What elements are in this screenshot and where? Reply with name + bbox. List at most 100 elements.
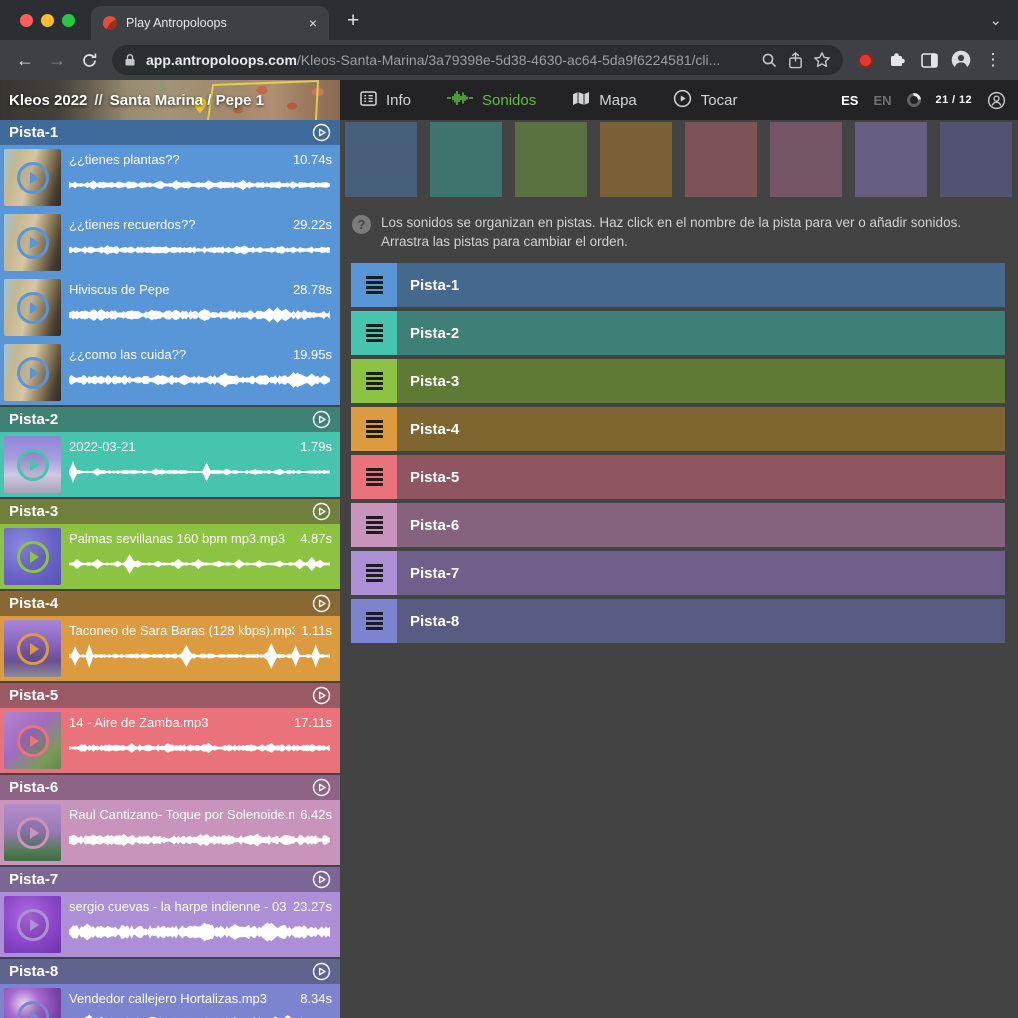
minimize-window-button[interactable] [41,14,54,27]
sidebar-track-header-Pista-8[interactable]: Pista-8 [0,959,340,984]
sidebar-track-header-Pista-6[interactable]: Pista-6 [0,775,340,800]
share-icon[interactable] [788,52,803,69]
sidebar-track-header-Pista-4[interactable]: Pista-4 [0,591,340,616]
play-track-icon[interactable] [312,962,331,981]
forward-button[interactable]: → [42,45,72,75]
account-icon[interactable] [987,91,1006,110]
drag-handle-Pista-2[interactable] [351,311,397,355]
track-name-button-Pista-8[interactable]: Pista-8 [397,599,1005,643]
lock-icon[interactable] [124,53,136,67]
drag-handle-Pista-7[interactable] [351,551,397,595]
sidebar-track-header-Pista-7[interactable]: Pista-7 [0,867,340,892]
url-bar[interactable]: app.antropoloops.com/Kleos-Santa-Marina/… [112,45,843,75]
clip-play-overlay-icon[interactable] [17,633,49,665]
extensions-puzzle-icon[interactable] [882,45,912,75]
side-panel-icon[interactable] [914,45,944,75]
language-en[interactable]: EN [873,93,891,108]
clip-play-overlay-icon[interactable] [17,541,49,573]
url-text[interactable]: app.antropoloops.com/Kleos-Santa-Marina/… [146,52,751,68]
recording-extension-icon[interactable] [858,53,873,68]
clip-play-overlay-icon[interactable] [17,817,49,849]
drag-handle-Pista-6[interactable] [351,503,397,547]
sidebar-track-header-Pista-5[interactable]: Pista-5 [0,683,340,708]
play-track-icon[interactable] [312,870,331,889]
track-row-Pista-8: Pista-8 [351,599,1005,643]
track-row-Pista-7: Pista-7 [351,551,1005,595]
track-name-button-Pista-2[interactable]: Pista-2 [397,311,1005,355]
reload-button[interactable] [74,45,104,75]
track-name-button-Pista-4[interactable]: Pista-4 [397,407,1005,451]
clip-Pista-5-1[interactable]: 14 - Aire de Zamba.mp317.11s [0,708,340,773]
swatch-Pista-4[interactable] [600,122,672,197]
sidebar-track-header-Pista-2[interactable]: Pista-2 [0,407,340,432]
breadcrumb[interactable]: Kleos 2022 // Santa Marina / Pepe 1 [0,80,340,120]
clip-Pista-1-1[interactable]: ¿¿tienes plantas??10.74s [0,145,340,210]
tab-search-chevron-icon[interactable]: ⌄ [989,11,1002,29]
clip-Pista-1-2[interactable]: ¿¿tienes recuerdos??29.22s [0,210,340,275]
clip-Pista-2-1[interactable]: 2022-03-211.79s [0,432,340,497]
zoom-window-button[interactable] [62,14,75,27]
content: Pista-1¿¿tienes plantas??10.74s¿¿tienes … [0,120,1018,1018]
clip-play-overlay-icon[interactable] [17,449,49,481]
browser-tab[interactable]: Play Antropoloops × [91,6,329,40]
sidebar-track-header-Pista-1[interactable]: Pista-1 [0,120,340,145]
clip-Pista-8-1[interactable]: Vendedor callejero Hortalizas.mp38.34s [0,984,340,1018]
play-track-icon[interactable] [312,594,331,613]
track-label: Pista-8 [410,613,459,630]
play-track-icon[interactable] [312,123,331,142]
nav-mapa[interactable]: Mapa [572,91,637,110]
zoom-page-icon[interactable] [761,52,778,69]
clip-play-overlay-icon[interactable] [17,725,49,757]
swatch-Pista-8[interactable] [940,122,1012,197]
clip-play-overlay-icon[interactable] [17,1001,49,1018]
breadcrumb-project[interactable]: Kleos 2022 [9,92,87,109]
nav-tocar[interactable]: Tocar [673,89,738,112]
drag-handle-Pista-3[interactable] [351,359,397,403]
clip-play-overlay-icon[interactable] [17,292,49,324]
swatch-Pista-6[interactable] [770,122,842,197]
swatch-Pista-5[interactable] [685,122,757,197]
clip-Pista-6-1[interactable]: Raul Cantizano- Toque por Solenoide.mp36… [0,800,340,865]
track-name-button-Pista-7[interactable]: Pista-7 [397,551,1005,595]
drag-handle-Pista-5[interactable] [351,455,397,499]
swatch-Pista-7[interactable] [855,122,927,197]
clip-Pista-1-4[interactable]: ¿¿como las cuida??19.95s [0,340,340,405]
clip-play-overlay-icon[interactable] [17,909,49,941]
browser-menu-icon[interactable]: ⋮ [978,45,1008,75]
clip-duration: 6.42s [300,807,332,822]
sidebar-track-header-Pista-3[interactable]: Pista-3 [0,499,340,524]
back-button[interactable]: ← [10,45,40,75]
track-name-button-Pista-5[interactable]: Pista-5 [397,455,1005,499]
clip-thumbnail [4,149,61,206]
play-track-icon[interactable] [312,410,331,429]
nav-sonidos[interactable]: Sonidos [447,90,536,110]
track-name-button-Pista-1[interactable]: Pista-1 [397,263,1005,307]
clip-play-overlay-icon[interactable] [17,162,49,194]
drag-handle-Pista-4[interactable] [351,407,397,451]
play-track-icon[interactable] [312,686,331,705]
play-track-icon[interactable] [312,502,331,521]
clip-play-overlay-icon[interactable] [17,357,49,389]
clip-play-overlay-icon[interactable] [17,227,49,259]
swatch-Pista-2[interactable] [430,122,502,197]
track-color-swatches [345,122,1012,197]
drag-handle-Pista-8[interactable] [351,599,397,643]
nav-info[interactable]: Info [360,91,411,110]
swatch-Pista-1[interactable] [345,122,417,197]
tab-close-icon[interactable]: × [309,16,317,30]
close-window-button[interactable] [20,14,33,27]
drag-handle-Pista-1[interactable] [351,263,397,307]
clip-Pista-3-1[interactable]: Palmas sevillanas 160 bpm mp3.mp34.87s [0,524,340,589]
swatch-Pista-3[interactable] [515,122,587,197]
clip-Pista-7-1[interactable]: sergio cuevas - la harpe indienne - 03 -… [0,892,340,957]
track-name-button-Pista-3[interactable]: Pista-3 [397,359,1005,403]
track-name-button-Pista-6[interactable]: Pista-6 [397,503,1005,547]
clip-Pista-4-1[interactable]: Taconeo de Sara Baras (128 kbps).mp31.11… [0,616,340,681]
bookmark-star-icon[interactable] [813,51,831,69]
new-tab-button[interactable]: + [347,10,359,31]
language-es[interactable]: ES [841,93,858,108]
play-track-icon[interactable] [312,778,331,797]
profile-avatar[interactable] [946,45,976,75]
clip-Pista-1-3[interactable]: Hiviscus de Pepe28.78s [0,275,340,340]
waveform-icon [447,90,473,110]
